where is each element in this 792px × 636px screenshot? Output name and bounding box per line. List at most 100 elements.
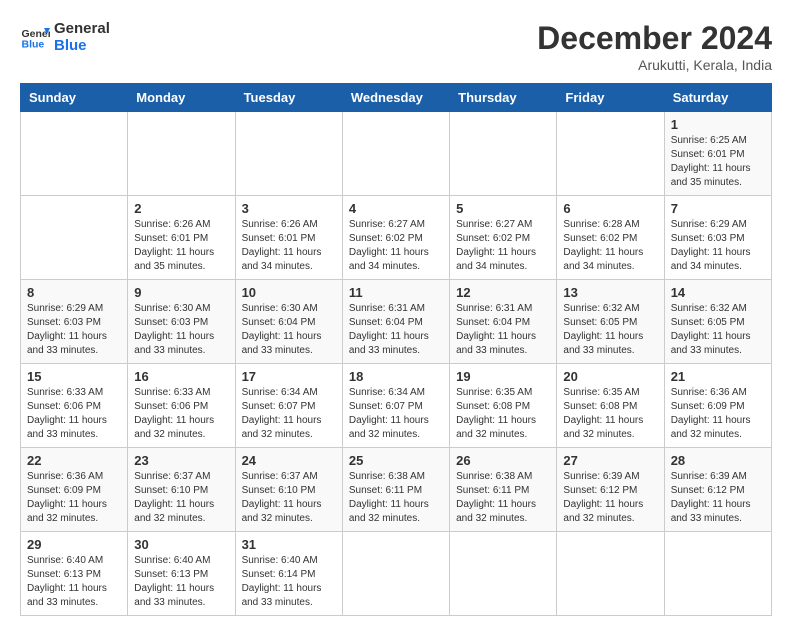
day-number: 8 — [27, 285, 121, 300]
day-info: Sunrise: 6:40 AMSunset: 6:14 PMDaylight:… — [242, 554, 336, 610]
calendar-week-3: 8 Sunrise: 6:29 AMSunset: 6:03 PMDaylight… — [21, 280, 772, 364]
month-year: December 2024 — [537, 20, 772, 57]
day-number: 29 — [27, 537, 121, 552]
logo-icon: General Blue — [20, 22, 50, 52]
day-info: Sunrise: 6:31 AMSunset: 6:04 PMDaylight:… — [456, 302, 550, 358]
day-info: Sunrise: 6:30 AMSunset: 6:04 PMDaylight:… — [242, 302, 336, 358]
day-number: 31 — [242, 537, 336, 552]
day-number: 11 — [349, 285, 443, 300]
day-info: Sunrise: 6:34 AMSunset: 6:07 PMDaylight:… — [349, 386, 443, 442]
day-cell-26: 26Sunrise: 6:38 AMSunset: 6:11 PMDayligh… — [450, 448, 557, 532]
day-cell-17: 17 Sunrise: 6:34 AMSunset: 6:07 PMDayligh… — [235, 364, 342, 448]
day-number: 18 — [349, 369, 443, 384]
day-info: Sunrise: 6:31 AMSunset: 6:04 PMDaylight:… — [349, 302, 443, 358]
day-info: Sunrise: 6:40 AMSunset: 6:13 PMDaylight:… — [27, 554, 121, 610]
day-cell-7: 7Sunrise: 6:29 AMSunset: 6:03 PMDaylight… — [664, 196, 771, 280]
day-cell-1: 1 Sunrise: 6:25 AMSunset: 6:01 PMDaylight… — [664, 112, 771, 196]
calendar-week-6: 29 Sunrise: 6:40 AMSunset: 6:13 PMDayligh… — [21, 532, 772, 616]
day-number: 4 — [349, 201, 443, 216]
day-number: 20 — [563, 369, 657, 384]
day-cell-13: 13 Sunrise: 6:32 AMSunset: 6:05 PMDayligh… — [557, 280, 664, 364]
day-cell-11: 11 Sunrise: 6:31 AMSunset: 6:04 PMDayligh… — [342, 280, 449, 364]
day-cell-24: 24 Sunrise: 6:37 AMSunset: 6:10 PMDayligh… — [235, 448, 342, 532]
day-number: 24 — [242, 453, 336, 468]
day-info: Sunrise: 6:37 AMSunset: 6:10 PMDaylight:… — [242, 470, 336, 526]
header-wednesday: Wednesday — [342, 84, 449, 112]
day-info: Sunrise: 6:32 AMSunset: 6:05 PMDaylight:… — [563, 302, 657, 358]
day-number: 22 — [27, 453, 121, 468]
day-number: 21 — [671, 369, 765, 384]
day-info: Sunrise: 6:26 AMSunset: 6:01 PMDaylight:… — [242, 218, 336, 274]
logo: General Blue General Blue — [20, 20, 110, 54]
day-number: 13 — [563, 285, 657, 300]
day-info: Sunrise: 6:36 AMSunset: 6:09 PMDaylight:… — [27, 470, 121, 526]
empty-cell — [557, 532, 664, 616]
day-cell-20: 20Sunrise: 6:35 AMSunset: 6:08 PMDayligh… — [557, 364, 664, 448]
title-block: December 2024 Arukutti, Kerala, India — [537, 20, 772, 73]
header-friday: Friday — [557, 84, 664, 112]
day-number: 3 — [242, 201, 336, 216]
day-info: Sunrise: 6:36 AMSunset: 6:09 PMDaylight:… — [671, 386, 765, 442]
day-number: 23 — [134, 453, 228, 468]
day-number: 28 — [671, 453, 765, 468]
day-cell-21: 21 Sunrise: 6:36 AMSunset: 6:09 PMDayligh… — [664, 364, 771, 448]
day-info: Sunrise: 6:35 AMSunset: 6:08 PMDaylight:… — [456, 386, 550, 442]
day-number: 7 — [671, 201, 765, 216]
day-cell-29: 29 Sunrise: 6:40 AMSunset: 6:13 PMDayligh… — [21, 532, 128, 616]
day-number: 2 — [134, 201, 228, 216]
empty-cell — [235, 112, 342, 196]
page-header: General Blue General Blue December 2024 … — [20, 20, 772, 73]
empty-cell — [557, 112, 664, 196]
calendar-body: 1 Sunrise: 6:25 AMSunset: 6:01 PMDaylight… — [21, 112, 772, 616]
empty-cell — [21, 196, 128, 280]
day-cell-14: 14 Sunrise: 6:32 AMSunset: 6:05 PMDayligh… — [664, 280, 771, 364]
header-row: SundayMondayTuesdayWednesdayThursdayFrid… — [21, 84, 772, 112]
day-cell-25: 25 Sunrise: 6:38 AMSunset: 6:11 PMDayligh… — [342, 448, 449, 532]
empty-cell — [342, 112, 449, 196]
day-cell-3: 3 Sunrise: 6:26 AMSunset: 6:01 PMDaylight… — [235, 196, 342, 280]
day-info: Sunrise: 6:39 AMSunset: 6:12 PMDaylight:… — [671, 470, 765, 526]
day-info: Sunrise: 6:38 AMSunset: 6:11 PMDaylight:… — [349, 470, 443, 526]
svg-text:Blue: Blue — [22, 39, 45, 51]
day-cell-10: 10 Sunrise: 6:30 AMSunset: 6:04 PMDayligh… — [235, 280, 342, 364]
day-info: Sunrise: 6:29 AMSunset: 6:03 PMDaylight:… — [27, 302, 121, 358]
day-number: 30 — [134, 537, 228, 552]
day-number: 9 — [134, 285, 228, 300]
day-cell-9: 9 Sunrise: 6:30 AMSunset: 6:03 PMDaylight… — [128, 280, 235, 364]
day-info: Sunrise: 6:27 AMSunset: 6:02 PMDaylight:… — [456, 218, 550, 274]
day-number: 25 — [349, 453, 443, 468]
header-sunday: Sunday — [21, 84, 128, 112]
day-number: 14 — [671, 285, 765, 300]
day-cell-23: 23 Sunrise: 6:37 AMSunset: 6:10 PMDayligh… — [128, 448, 235, 532]
day-info: Sunrise: 6:33 AMSunset: 6:06 PMDaylight:… — [27, 386, 121, 442]
day-cell-5: 5Sunrise: 6:27 AMSunset: 6:02 PMDaylight… — [450, 196, 557, 280]
header-thursday: Thursday — [450, 84, 557, 112]
day-info: Sunrise: 6:30 AMSunset: 6:03 PMDaylight:… — [134, 302, 228, 358]
day-info: Sunrise: 6:26 AMSunset: 6:01 PMDaylight:… — [134, 218, 228, 274]
day-number: 19 — [456, 369, 550, 384]
day-info: Sunrise: 6:32 AMSunset: 6:05 PMDaylight:… — [671, 302, 765, 358]
day-number: 6 — [563, 201, 657, 216]
logo-general: General — [54, 20, 110, 37]
day-cell-16: 16Sunrise: 6:33 AMSunset: 6:06 PMDayligh… — [128, 364, 235, 448]
day-cell-2: 2 Sunrise: 6:26 AMSunset: 6:01 PMDaylight… — [128, 196, 235, 280]
location: Arukutti, Kerala, India — [537, 57, 772, 73]
day-number: 1 — [671, 117, 765, 132]
calendar-week-4: 15 Sunrise: 6:33 AMSunset: 6:06 PMDayligh… — [21, 364, 772, 448]
day-cell-28: 28 Sunrise: 6:39 AMSunset: 6:12 PMDayligh… — [664, 448, 771, 532]
day-number: 17 — [242, 369, 336, 384]
empty-cell — [21, 112, 128, 196]
day-number: 15 — [27, 369, 121, 384]
day-number: 26 — [456, 453, 550, 468]
empty-cell — [342, 532, 449, 616]
day-info: Sunrise: 6:34 AMSunset: 6:07 PMDaylight:… — [242, 386, 336, 442]
day-info: Sunrise: 6:25 AMSunset: 6:01 PMDaylight:… — [671, 134, 765, 190]
day-cell-8: 8 Sunrise: 6:29 AMSunset: 6:03 PMDaylight… — [21, 280, 128, 364]
day-number: 12 — [456, 285, 550, 300]
day-number: 10 — [242, 285, 336, 300]
day-cell-31: 31 Sunrise: 6:40 AMSunset: 6:14 PMDayligh… — [235, 532, 342, 616]
day-info: Sunrise: 6:37 AMSunset: 6:10 PMDaylight:… — [134, 470, 228, 526]
empty-cell — [128, 112, 235, 196]
day-number: 27 — [563, 453, 657, 468]
calendar-header: SundayMondayTuesdayWednesdayThursdayFrid… — [21, 84, 772, 112]
